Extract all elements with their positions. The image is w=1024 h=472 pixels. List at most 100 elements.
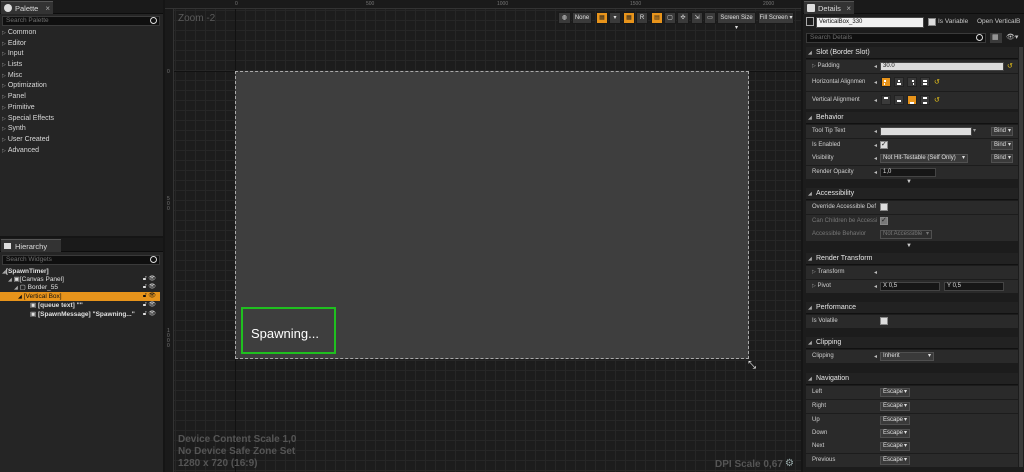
tooltip-input[interactable] (880, 127, 972, 136)
expand-advanced-icon[interactable]: ▼ (906, 243, 912, 249)
nav-dropdown[interactable]: Escape (880, 388, 910, 397)
designer-viewport[interactable]: 0 500 1000 1500 2000 0 500 1000 Zoom -2 … (165, 0, 801, 472)
palette-tab[interactable]: Palette × (1, 1, 53, 14)
section-accessibility[interactable]: ◢ Accessibility (806, 188, 1018, 200)
palette-category[interactable]: ▷ Advanced (0, 146, 163, 157)
nav-dropdown[interactable]: Escape (880, 429, 910, 438)
visibility-dropdown[interactable]: Not Hit-Testable (Self Only) (880, 154, 968, 163)
align-right-button[interactable] (907, 77, 917, 87)
details-tab[interactable]: Details × (804, 1, 854, 14)
details-search-input[interactable]: Search Details (806, 33, 986, 43)
screen-size-dropdown[interactable]: Screen Size ▾ (717, 12, 756, 31)
align-left-button[interactable] (881, 77, 891, 87)
keyframe-diamond-icon[interactable]: ◂ (874, 353, 877, 360)
hierarchy-tab[interactable]: Hierarchy (1, 239, 61, 252)
fill-screen-dropdown[interactable]: Fill Screen ▾ (758, 12, 794, 24)
hierarchy-search-input[interactable]: Search Widgets (2, 255, 160, 265)
section-performance[interactable]: ◢ Performance (806, 302, 1018, 314)
visibility-bind-button[interactable]: Bind (991, 154, 1013, 163)
reset-icon[interactable]: ↺ (934, 96, 940, 104)
outline-button[interactable]: ▢ (664, 12, 676, 24)
spawn-message-widget[interactable]: Spawning... (241, 307, 336, 354)
grid-button[interactable]: ▤ (651, 12, 663, 24)
palette-category[interactable]: ▷ Input (0, 49, 163, 60)
keyframe-diamond-icon[interactable]: ◂ (874, 169, 877, 176)
valign-bottom-button[interactable] (907, 95, 917, 105)
reset-icon[interactable]: ↺ (1007, 62, 1013, 70)
keyframe-diamond-icon[interactable]: ◂ (874, 283, 877, 290)
align-center-button[interactable] (894, 77, 904, 87)
view-options-eye-icon[interactable]: 👁︎▾ (1006, 33, 1018, 41)
palette-category[interactable]: ▷ Panel (0, 92, 163, 103)
keyframe-diamond-icon[interactable]: ◂ (874, 63, 877, 70)
palette-category[interactable]: ▷ Special Effects (0, 114, 163, 125)
pivot-x-input[interactable]: X 0,5 (880, 282, 940, 291)
open-widget-link[interactable]: Open VerticalB (977, 18, 1021, 25)
section-clipping[interactable]: ◢ Clipping (806, 337, 1018, 349)
padding-input[interactable]: 30.0 (880, 62, 1004, 71)
is-enabled-bind-button[interactable]: Bind (991, 141, 1013, 150)
nav-row: Right Escape (806, 400, 1018, 413)
snap-size-button[interactable]: ▾ (609, 12, 621, 24)
palette-category[interactable]: ▷ Common (0, 28, 163, 39)
lock-eye-icons[interactable]: 🔓︎ 👁︎ (143, 310, 156, 319)
localization-dropdown[interactable]: None (572, 12, 592, 24)
nav-dropdown[interactable]: Escape (880, 442, 910, 451)
expand-advanced-icon[interactable]: ▼ (906, 179, 912, 185)
section-slot[interactable]: ◢ Slot (Border Slot) (806, 47, 1018, 59)
palette-category[interactable]: ▷ Primitive (0, 103, 163, 114)
nav-dropdown[interactable]: Escape (880, 456, 910, 465)
palette-category[interactable]: ▷ Lists (0, 60, 163, 71)
is-enabled-checkbox[interactable] (880, 140, 888, 149)
valign-fill-button[interactable] (920, 95, 930, 105)
nav-dropdown[interactable]: Escape (880, 402, 910, 411)
preview-size-button[interactable]: ▭ (704, 12, 716, 24)
reset-icon[interactable]: ↺ (934, 78, 940, 86)
tree-row-queue-text[interactable]: ▣ [queue text] "" 🔓︎ 👁︎ (30, 301, 160, 310)
respect-locks-button[interactable]: R (636, 12, 648, 24)
palette-category[interactable]: ▷ Optimization (0, 81, 163, 92)
section-behavior[interactable]: ◢ Behavior (806, 112, 1018, 124)
clipping-dropdown[interactable]: Inherit (880, 352, 934, 361)
section-render-transform[interactable]: ◢ Render Transform (806, 253, 1018, 265)
zoom-to-fit-button[interactable]: ✣ (677, 12, 689, 24)
tree-row-spawn-message[interactable]: ▣ [SpawnMessage] "Spawning..." 🔓︎ 👁︎ (30, 310, 160, 319)
keyframe-diamond-icon[interactable]: ◂ (874, 128, 877, 135)
palette-category[interactable]: ▷ User Created (0, 135, 163, 146)
valign-center-button[interactable] (894, 95, 904, 105)
tree-row-border[interactable]: ◢ ▢ Border_55 🔓︎ 👁︎ (14, 283, 160, 292)
property-matrix-button[interactable]: ▦ (990, 33, 1002, 43)
palette-category[interactable]: ▷ Synth (0, 124, 163, 135)
keyframe-diamond-icon[interactable]: ◂ (874, 155, 877, 162)
snap-toggle-button[interactable]: ▦ (596, 12, 608, 24)
lock-eye-icons[interactable]: 🔓︎ 👁︎ (143, 292, 156, 301)
resize-button[interactable]: ⇲ (691, 12, 703, 24)
palette-search-input[interactable]: Search Palette (2, 16, 160, 26)
tree-row-vertical-box-selected[interactable]: ◢ [Vertical Box] 🔓︎ 👁︎ (0, 292, 160, 301)
resize-handle-icon[interactable]: ⤡ (748, 360, 756, 371)
tooltip-bind-button[interactable]: Bind (991, 127, 1013, 136)
is-volatile-checkbox[interactable] (880, 317, 888, 325)
palette-category[interactable]: ▷ Misc (0, 71, 163, 82)
palette-category[interactable]: ▷ Editor (0, 39, 163, 50)
valign-top-button[interactable] (881, 95, 891, 105)
is-variable-checkbox[interactable] (928, 18, 936, 26)
render-opacity-input[interactable]: 1,0 (880, 168, 936, 177)
keyframe-diamond-icon[interactable]: ◂ (874, 142, 877, 149)
pivot-y-input[interactable]: Y 0,5 (944, 282, 1004, 291)
lock-eye-icons[interactable]: 🔓︎ 👁︎ (143, 283, 156, 292)
keyframe-diamond-icon[interactable]: ◂ (874, 269, 877, 276)
settings-gear-icon[interactable]: ⚙ (785, 458, 794, 469)
lock-eye-icons[interactable]: 🔓︎ 👁︎ (143, 301, 156, 310)
widget-name-input[interactable]: VerticalBox_330 (816, 17, 924, 28)
globe-button[interactable]: ◍ (558, 12, 571, 24)
details-scrollbar[interactable] (1019, 47, 1023, 467)
align-fill-button[interactable] (920, 77, 930, 87)
override-accessible-checkbox[interactable] (880, 203, 888, 211)
section-navigation[interactable]: ◢ Navigation (806, 373, 1018, 385)
keyframe-diamond-icon[interactable]: ◂ (874, 79, 877, 86)
nav-dropdown[interactable]: Escape (880, 416, 910, 425)
dropdown-icon[interactable]: ▾ (973, 127, 976, 134)
snap-toggle-button-2[interactable]: ▦ (623, 12, 635, 24)
keyframe-diamond-icon[interactable]: ◂ (874, 97, 877, 104)
